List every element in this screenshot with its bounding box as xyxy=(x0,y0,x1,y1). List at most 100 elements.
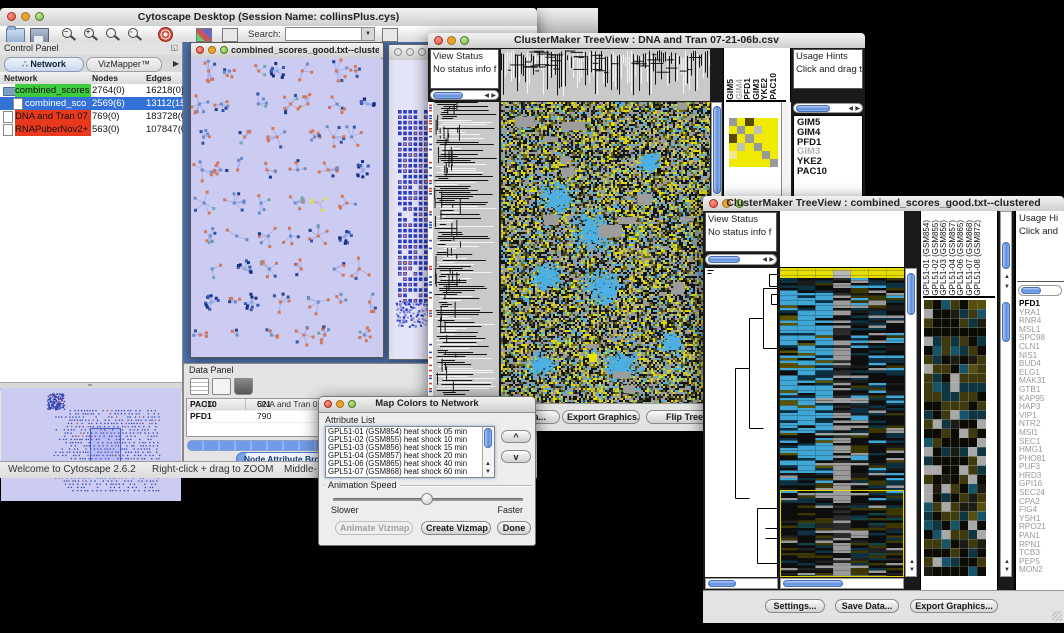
save-data-button[interactable]: Save Data... xyxy=(835,599,899,613)
scroll-up-icon[interactable]: ▲ xyxy=(909,559,915,565)
zoom-fit-button[interactable]: ▫ xyxy=(128,28,138,38)
network-list-row[interactable]: RNAPuberNov2+563(0)107847(0) xyxy=(0,123,182,136)
attribute-listbox[interactable]: GPL51-01 (GSM854) heat shock 05 minGPL51… xyxy=(325,426,495,478)
scroll-thumb[interactable] xyxy=(708,256,740,263)
tv2-vs-scrollbar[interactable]: ◀ ▶ xyxy=(705,254,777,265)
scroll-thumb[interactable] xyxy=(713,106,721,194)
donebutton[interactable]: Done xyxy=(497,521,531,535)
tv2-row-dendrogram[interactable] xyxy=(705,268,778,577)
tv1-uh-scrollbar[interactable]: ◀ ▶ xyxy=(793,103,863,113)
scroll-down-icon[interactable]: ▼ xyxy=(1004,284,1010,290)
create-vizmapbutton[interactable]: Create Vizmap xyxy=(421,521,491,535)
scroll-down-icon[interactable]: ▼ xyxy=(1004,567,1010,573)
main-titlebar[interactable]: Cytoscape Desktop (Session Name: collins… xyxy=(0,8,537,27)
zoom-in-button[interactable]: + xyxy=(84,28,94,38)
scroll-thumb[interactable] xyxy=(484,428,492,448)
attribute-list-item[interactable]: GPL51-07 (GSM868) heat shock 60 min xyxy=(328,468,478,476)
tv2-usage-hints: Usage Hi Click and xyxy=(1017,212,1064,282)
matrix-cell xyxy=(745,134,753,142)
close-button[interactable] xyxy=(196,46,204,54)
network-list-row[interactable]: combined_scores2764(0)16218(0) xyxy=(0,84,182,97)
search-input[interactable] xyxy=(285,27,363,41)
new-attribute-icon[interactable] xyxy=(212,378,231,395)
scroll-thumb[interactable] xyxy=(433,92,463,99)
tv2-vscrollbar[interactable]: ▲ ▼ xyxy=(905,268,917,577)
settings-button[interactable]: Settings... xyxy=(765,599,825,613)
matrix-cell xyxy=(762,159,770,167)
scroll-right-icon[interactable]: ▶ xyxy=(855,106,860,112)
tv2-uh-scrollbar[interactable] xyxy=(1018,285,1062,296)
scroll-down-icon[interactable]: ▼ xyxy=(909,567,915,573)
scroll-thumb[interactable] xyxy=(796,105,830,112)
annotation-icon[interactable] xyxy=(222,28,238,42)
export-graphics-button[interactable]: Export Graphics... xyxy=(562,410,640,424)
vizmapper-icon[interactable] xyxy=(196,28,212,42)
animate-vizmapbutton[interactable]: Animate Vizmap xyxy=(335,521,413,535)
search-dropdown-icon[interactable]: ▼ xyxy=(361,27,375,41)
move-down-button[interactable]: v xyxy=(501,450,531,463)
network-list-row[interactable]: DNA and Tran 07769(0)183728(0) xyxy=(0,110,182,123)
col-header-edges[interactable]: Edges xyxy=(146,73,172,83)
help-button[interactable] xyxy=(158,27,173,42)
close-button[interactable] xyxy=(394,48,402,56)
zoom-out-button[interactable]: − xyxy=(62,28,72,38)
scroll-thumb[interactable] xyxy=(1002,302,1010,342)
scroll-left-icon[interactable]: ◀ xyxy=(848,106,853,112)
tv1-heatmap[interactable] xyxy=(501,102,710,403)
scroll-thumb[interactable] xyxy=(1021,287,1041,294)
matrix-cell xyxy=(729,126,737,134)
scroll-up-icon[interactable]: ▲ xyxy=(1004,559,1010,565)
tv2-dend-hscroll[interactable] xyxy=(705,578,778,589)
tv1-column-dendrogram[interactable] xyxy=(501,49,710,101)
zoom-window-button[interactable] xyxy=(220,46,228,54)
gene-label[interactable]: MON2 xyxy=(1019,566,1064,575)
move-up-button[interactable]: ^ xyxy=(501,430,531,443)
tv1-row-dendrogram[interactable] xyxy=(433,102,499,403)
delete-attribute-icon[interactable] xyxy=(234,378,253,395)
network-list-row[interactable]: combined_sco2569(6)13112(15) xyxy=(0,97,182,110)
scroll-left-icon[interactable]: ◀ xyxy=(484,93,489,99)
network-name[interactable]: combined_scores xyxy=(15,84,91,97)
tv1-vs-scrollbar[interactable]: ◀ ▶ xyxy=(430,90,499,100)
matrix-cell xyxy=(729,159,737,167)
animation-speed-slider[interactable] xyxy=(333,498,523,501)
zoom-window-button[interactable] xyxy=(418,48,426,56)
network-view-window-1[interactable]: combined_scores_good.txt--cluste... xyxy=(190,42,384,358)
open-session-button[interactable] xyxy=(6,28,25,43)
tab-vizmapper[interactable]: VizMapper™ xyxy=(86,57,162,72)
minimize-button[interactable] xyxy=(208,46,216,54)
network-name[interactable]: DNA and Tran 07 xyxy=(15,110,91,123)
zoom-selected-button[interactable] xyxy=(106,28,116,38)
scroll-thumb[interactable] xyxy=(907,273,915,315)
network-name[interactable]: combined_sco xyxy=(25,97,91,110)
attribute-editor-icon[interactable] xyxy=(382,28,398,42)
attribute-list-scrollbar[interactable]: ▲ ▼ xyxy=(482,427,494,477)
scroll-down-icon[interactable]: ▼ xyxy=(485,469,491,475)
tv2-sub-heatmap[interactable] xyxy=(924,300,986,576)
scroll-up-icon[interactable]: ▲ xyxy=(485,461,491,467)
col-header-nodes[interactable]: Nodes xyxy=(92,73,118,83)
tab-overflow-icon[interactable]: ▶ xyxy=(173,59,179,68)
network-window-title: combined_scores_good.txt--cluste... xyxy=(231,45,379,55)
file-icon xyxy=(3,124,13,136)
scroll-right-icon[interactable]: ▶ xyxy=(491,93,496,99)
table-mode-icon[interactable] xyxy=(190,378,209,395)
tv2-labels-vscrollbar[interactable]: ▲ ▼ ▲ ▼ xyxy=(1000,211,1012,577)
network-canvas-1[interactable] xyxy=(191,58,381,356)
float-panel-icon[interactable]: ◱ xyxy=(170,43,178,52)
slider-thumb[interactable] xyxy=(421,493,433,505)
save-session-button[interactable] xyxy=(30,28,49,43)
scroll-left-icon[interactable]: ◀ xyxy=(762,257,767,263)
tv2-heat-hscroll[interactable] xyxy=(780,578,904,589)
col-header-network[interactable]: Network xyxy=(4,73,38,83)
tab-network[interactable]: ∴ Network xyxy=(4,57,84,72)
resize-grip[interactable] xyxy=(1052,611,1062,621)
matrix-row-label[interactable]: PAC10 xyxy=(797,167,862,177)
scroll-thumb[interactable] xyxy=(1002,242,1010,269)
network-name[interactable]: RNAPuberNov2+ xyxy=(15,123,91,136)
export-graphics-button[interactable]: Export Graphics... xyxy=(910,599,998,613)
scroll-right-icon[interactable]: ▶ xyxy=(769,257,774,263)
birdseye-overview[interactable] xyxy=(1,388,181,501)
minimize-button[interactable] xyxy=(406,48,414,56)
scroll-up-icon[interactable]: ▲ xyxy=(1004,274,1010,280)
